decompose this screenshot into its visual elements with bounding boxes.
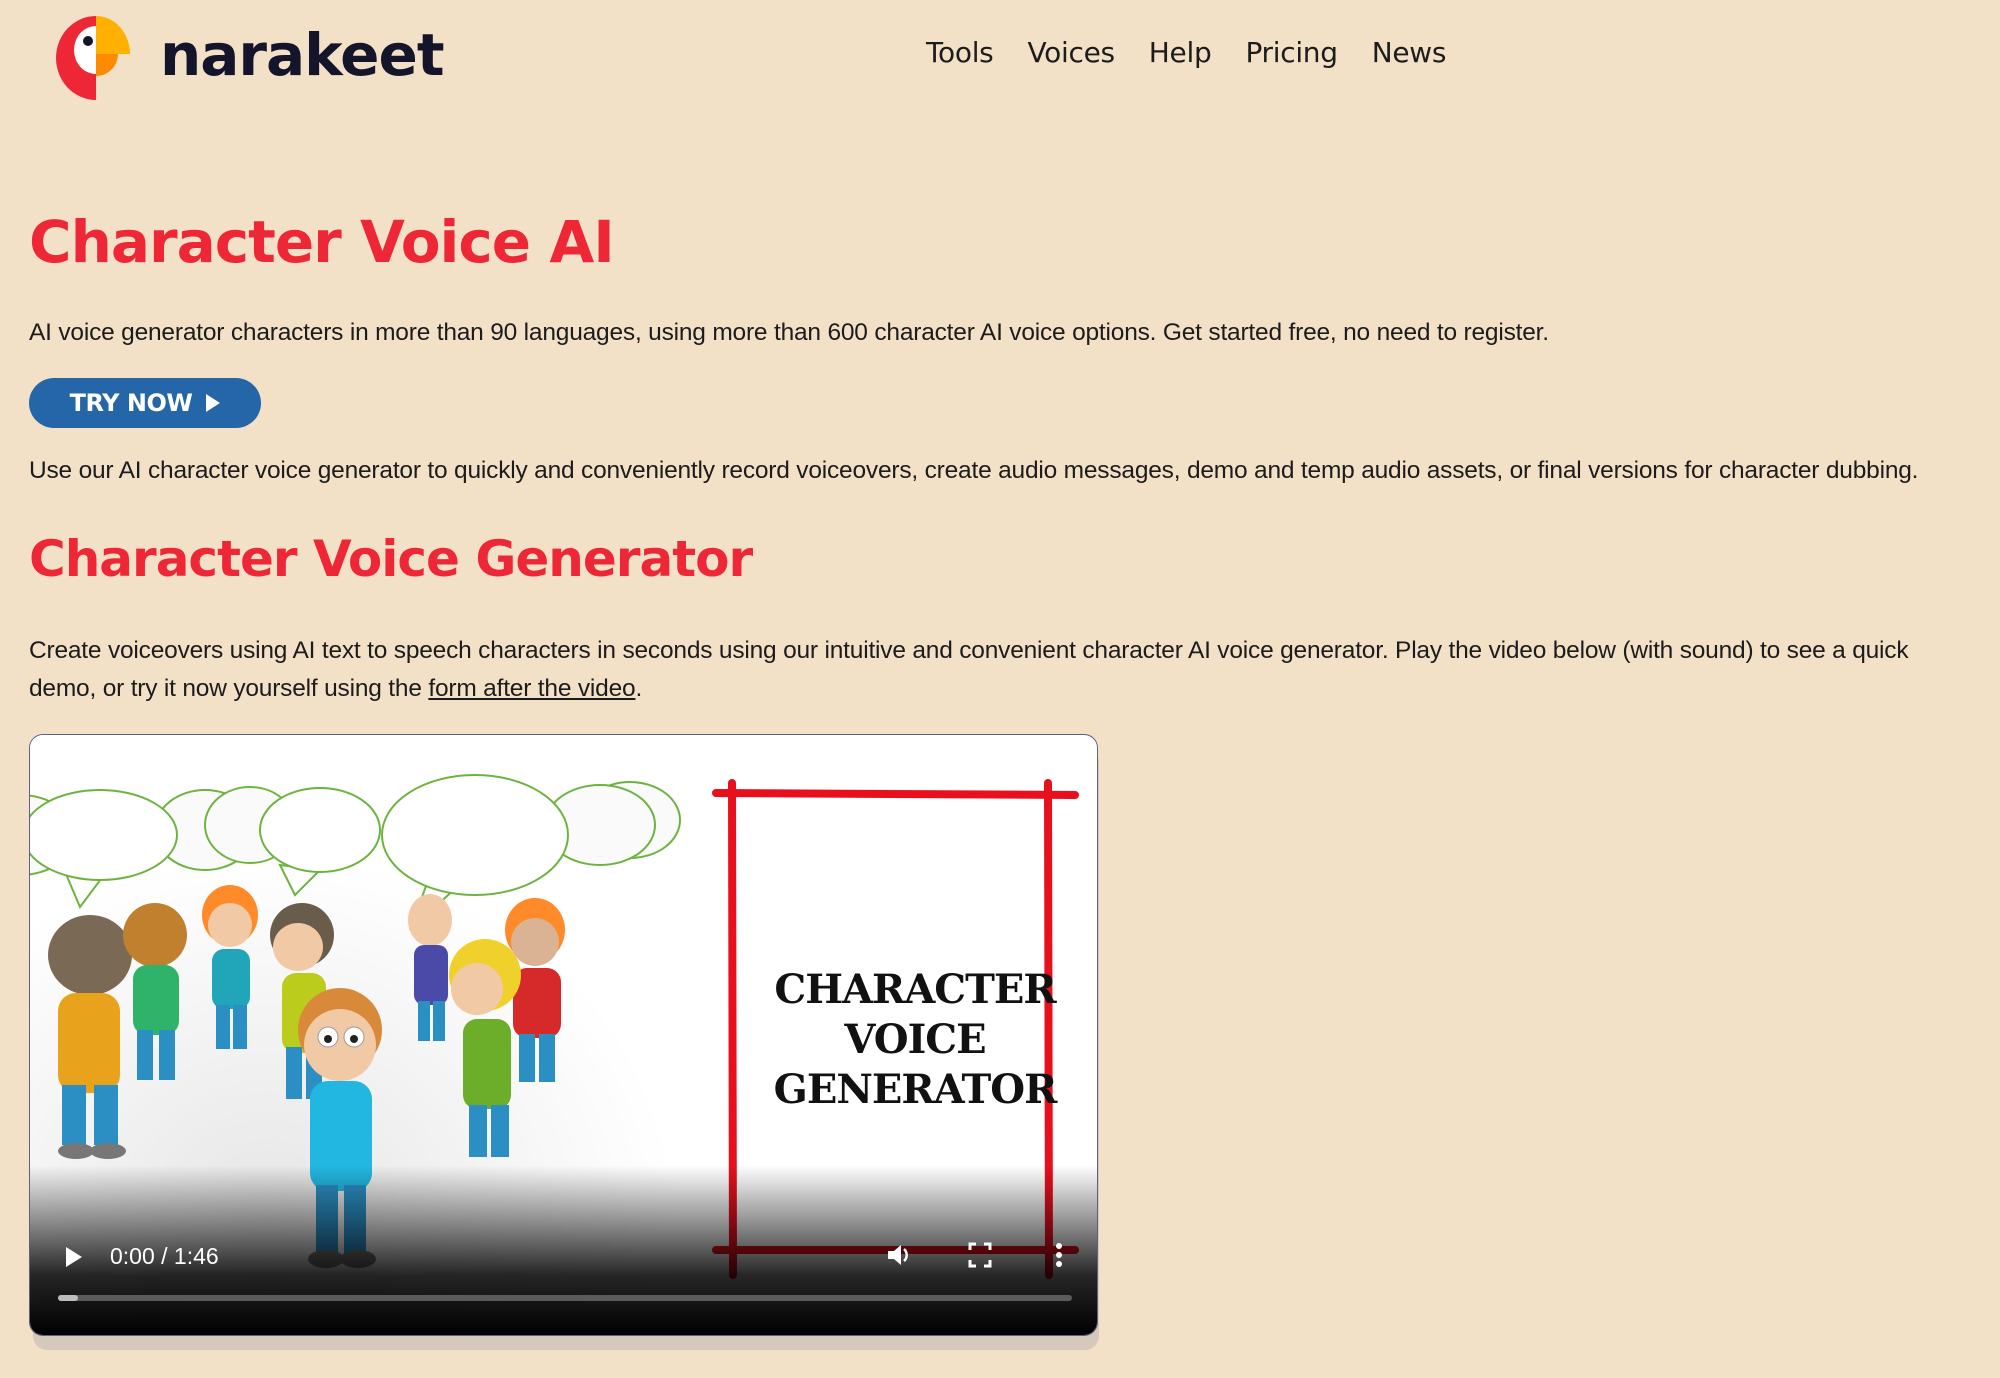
logo-link[interactable]: narakeet (56, 16, 445, 100)
main-nav: Tools Voices Help Pricing News (926, 36, 1480, 69)
nav-help[interactable]: Help (1149, 36, 1212, 69)
poster-title-line: VOICE (844, 1016, 986, 1063)
logo-wordmark: narakeet (160, 21, 445, 89)
page-title: Character Voice AI (29, 208, 615, 276)
site-header: narakeet Tools Voices Help Pricing News (0, 0, 2000, 120)
demo-video-player[interactable]: CHARACTER VOICE GENERATOR 0:00 / 1:46 (29, 734, 1098, 1336)
form-after-video-link[interactable]: form after the video (428, 675, 635, 702)
hero-intro: AI voice generator characters in more th… (29, 319, 1549, 346)
poster-title: CHARACTER VOICE GENERATOR (750, 965, 1080, 1115)
section-title: Character Voice Generator (29, 530, 753, 588)
video-time-display: 0:00 / 1:46 (110, 1243, 219, 1269)
section-text: Create voiceovers using AI text to speec… (29, 632, 1979, 708)
section-text-after: . (635, 675, 643, 702)
nav-voices[interactable]: Voices (1027, 36, 1115, 69)
more-vertical-icon[interactable] (1054, 1241, 1064, 1269)
play-icon (206, 394, 221, 412)
section-text-before: Create voiceovers using AI text to speec… (29, 637, 1909, 702)
video-progress-fill (58, 1295, 79, 1301)
try-now-button[interactable]: TRY NOW (29, 378, 261, 428)
play-icon[interactable] (66, 1247, 82, 1267)
try-now-label: TRY NOW (69, 389, 193, 417)
poster-title-line: CHARACTER (774, 966, 1056, 1013)
nav-pricing[interactable]: Pricing (1245, 36, 1338, 69)
volume-icon[interactable] (885, 1241, 913, 1269)
fullscreen-icon[interactable] (968, 1241, 992, 1269)
parrot-logo-icon (56, 16, 130, 100)
nav-news[interactable]: News (1372, 36, 1447, 69)
video-progress-bar[interactable] (58, 1295, 1072, 1301)
poster-title-line: GENERATOR (773, 1066, 1058, 1113)
nav-tools[interactable]: Tools (926, 36, 994, 69)
hero-description: Use our AI character voice generator to … (29, 457, 1919, 484)
